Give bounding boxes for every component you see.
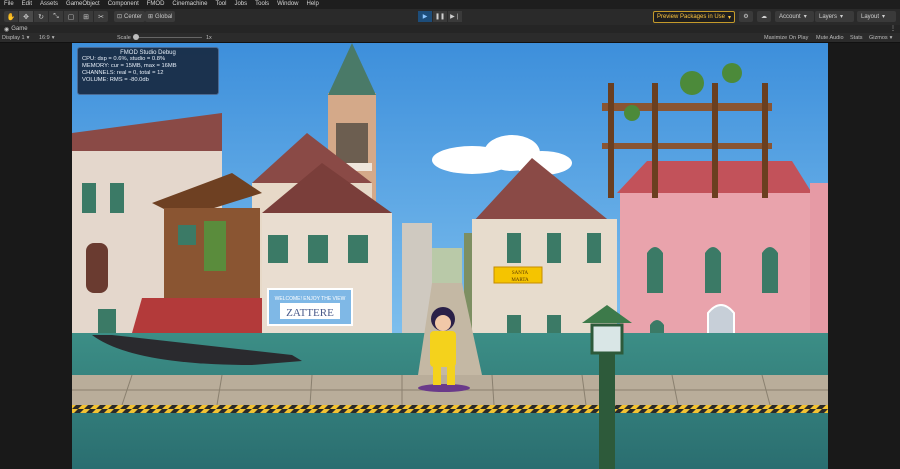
account-label: Account [779, 13, 801, 20]
menu-edit[interactable]: Edit [18, 0, 36, 9]
play-icon[interactable]: ▶ [418, 11, 432, 22]
preview-packages-label: Preview Packages in Use [656, 14, 725, 20]
display-dropdown[interactable]: Display 1 ▾ [2, 33, 29, 42]
banner-name-text: ZATTERE [286, 307, 334, 319]
game-controller-icon: ◉ [4, 26, 10, 33]
gizmos-dropdown[interactable]: Gizmos ▾ [869, 33, 892, 42]
layers-label: Layers [819, 13, 838, 20]
scale-tool-icon[interactable]: ⤡ [49, 11, 64, 22]
game-viewport[interactable]: WELCOME! ENJOY THE VIEW ZATTERE SANTA MA… [0, 43, 900, 469]
hand-tool-icon[interactable]: ✋ [4, 11, 19, 22]
layers-dropdown[interactable]: Layers ▾ [815, 11, 854, 22]
scale-slider-track[interactable] [136, 37, 202, 38]
scale-label: Scale [117, 33, 131, 42]
preview-packages-button[interactable]: Preview Packages in Use ▾ [653, 11, 735, 23]
game-scene[interactable]: WELCOME! ENJOY THE VIEW ZATTERE SANTA MA… [72, 43, 828, 469]
step-icon[interactable]: ▶❘ [448, 11, 462, 22]
cloud-icon[interactable]: ☁ [757, 11, 771, 22]
chevron-down-icon: ▾ [728, 14, 732, 21]
chevron-down-icon: ▾ [889, 34, 893, 41]
stats-label: Stats [850, 34, 863, 41]
scale-label-text: Scale [117, 34, 131, 41]
aspect-dropdown[interactable]: 16:9 ▾ [39, 33, 54, 42]
maximize-on-play-button[interactable]: Maximize On Play [764, 33, 808, 42]
fmod-cpu-line: CPU: dsp = 0.6%, studio = 0.8% [82, 56, 166, 62]
street-sign-line-2: MARTA [511, 278, 529, 283]
pivot-icon: ⊡ [117, 14, 123, 20]
rotate-tool-icon[interactable]: ↻ [34, 11, 49, 22]
tab-game[interactable]: ◉ Game [0, 26, 32, 33]
pivot-global-button[interactable]: ⊞ Global [145, 11, 176, 22]
play-controls: ▶ ❚❚ ▶❘ [418, 11, 462, 22]
account-dropdown[interactable]: Account ▾ [775, 11, 814, 22]
chevron-down-icon: ▾ [882, 14, 886, 20]
menu-file[interactable]: File [0, 0, 18, 9]
chevron-down-icon: ▾ [803, 14, 807, 20]
banner-title-text: WELCOME! ENJOY THE VIEW [275, 296, 346, 302]
game-view-options: Display 1 ▾ 16:9 ▾ Scale 1x Maximize On … [0, 33, 900, 43]
scale-value: 1x [206, 33, 212, 42]
scale-value-text: 1x [206, 34, 212, 41]
layout-label: Layout [861, 13, 880, 20]
fmod-channels-line: CHANNELS: real = 0, total = 12 [82, 70, 164, 76]
stats-button[interactable]: Stats [850, 33, 863, 42]
pause-icon[interactable]: ❚❚ [433, 11, 447, 22]
fmod-memory-line: MEMORY: cur = 15MB, max = 16MB [82, 63, 177, 69]
layout-dropdown[interactable]: Layout ▾ [857, 11, 896, 22]
settings-icon[interactable]: ⚙ [739, 11, 753, 22]
window-tab-row: ◉ Game ⋮ [0, 25, 900, 33]
venice-scene-illustration: WELCOME! ENJOY THE VIEW ZATTERE SANTA MA… [72, 43, 828, 469]
rect-tool-icon[interactable]: ▢ [64, 11, 79, 22]
tab-game-label: Game [11, 26, 28, 32]
pivot-center-label: Center [124, 13, 143, 20]
aspect-label: 16:9 [39, 34, 50, 41]
gizmos-label: Gizmos [869, 34, 888, 41]
street-sign-line-1: SANTA [512, 271, 529, 276]
tab-menu-icon[interactable]: ⋮ [890, 25, 896, 33]
main-toolbar: ✋ ✥ ↻ ⤡ ▢ ⊞ ✂ ⊡ Center ⊞ Global ▶ ❚❚ ▶❘ … [0, 9, 900, 26]
menu-bar: File Edit Assets GameObject Component FMOD Cin… [0, 0, 900, 9]
fmod-volume-line: VOLUME: RMS = -80.0db [82, 77, 149, 83]
menu-help[interactable]: Help [303, 0, 323, 9]
chevron-down-icon: ▾ [26, 34, 30, 41]
transform-tools: ✋ ✥ ↻ ⤡ ▢ ⊞ ✂ [4, 11, 108, 22]
fmod-debug-panel: FMOD Studio Debug CPU: dsp = 0.6%, studi… [77, 47, 219, 95]
menu-window[interactable]: Window [273, 0, 302, 9]
maximize-label: Maximize On Play [764, 34, 809, 41]
chevron-down-icon: ▾ [840, 14, 844, 20]
pivot-global-label: Global [155, 13, 173, 20]
chevron-down-icon: ▾ [51, 34, 55, 41]
menu-tool[interactable]: Tool [211, 0, 230, 9]
menu-fmod[interactable]: FMOD [143, 0, 169, 9]
mute-label: Mute Audio [816, 34, 844, 41]
menu-assets[interactable]: Assets [36, 0, 62, 9]
menu-component[interactable]: Component [104, 0, 143, 9]
move-tool-icon[interactable]: ✥ [19, 11, 34, 22]
transform-tool-icon[interactable]: ⊞ [79, 11, 94, 22]
display-label: Display 1 [2, 34, 25, 41]
global-icon: ⊞ [148, 14, 154, 20]
mute-audio-button[interactable]: Mute Audio [816, 33, 844, 42]
menu-cinemachine[interactable]: Cinemachine [168, 0, 211, 9]
menu-gameobject[interactable]: GameObject [62, 0, 104, 9]
scale-slider-handle[interactable] [133, 34, 139, 40]
custom-tool-icon[interactable]: ✂ [94, 11, 108, 22]
menu-jobs[interactable]: Jobs [230, 0, 251, 9]
pivot-center-button[interactable]: ⊡ Center [114, 11, 146, 22]
menu-tools[interactable]: Tools [251, 0, 273, 9]
